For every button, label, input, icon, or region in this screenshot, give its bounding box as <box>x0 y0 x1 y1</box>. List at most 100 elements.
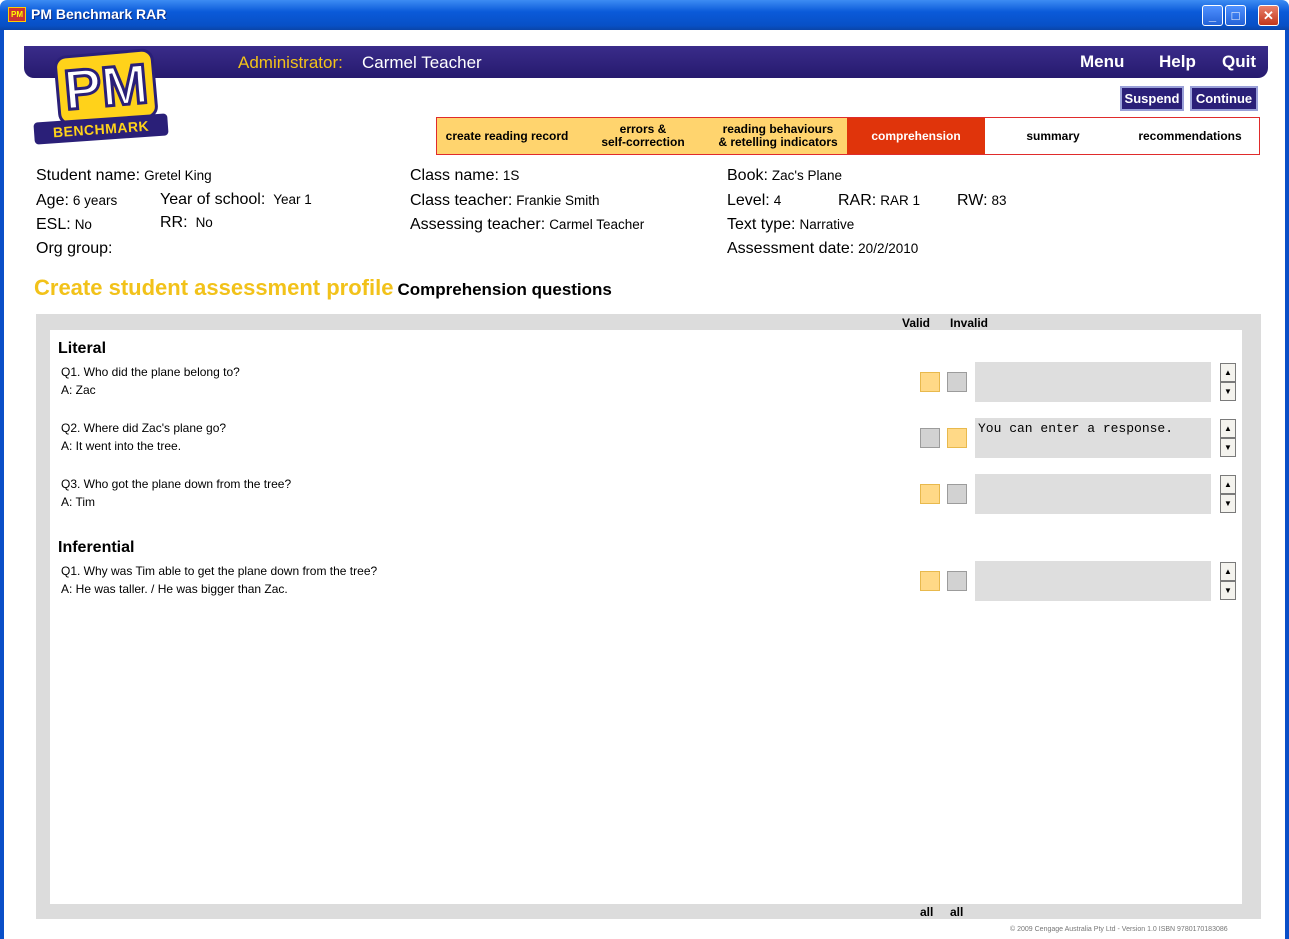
response-field[interactable] <box>975 474 1211 514</box>
window-titlebar: PM PM Benchmark RAR _ □ ✕ <box>0 0 1289 30</box>
invalid-column-header: Invalid <box>950 316 989 330</box>
administrator-label: Administrator: <box>238 53 343 72</box>
response-scroll[interactable]: ▲ ▼ <box>1220 363 1236 401</box>
year-value: Year 1 <box>273 192 312 207</box>
answer-text: A: Tim <box>61 495 96 509</box>
level-label: Level: <box>727 192 770 209</box>
assessing-teacher-row: Assessing teacher: Carmel Teacher <box>410 216 644 234</box>
class-name-label: Class name: <box>410 167 499 184</box>
question-text: Q1. Who did the plane belong to? <box>61 365 240 379</box>
pm-benchmark-logo: PM BENCHMARK <box>33 47 169 148</box>
answer-text: A: Zac <box>61 383 96 397</box>
question-text: Q1. Why was Tim able to get the plane do… <box>61 564 378 578</box>
suspend-button[interactable]: Suspend <box>1120 86 1184 111</box>
response-field[interactable] <box>975 561 1211 601</box>
window-border-right <box>1285 30 1289 939</box>
valid-checkbox[interactable] <box>920 571 940 591</box>
invalid-checkbox[interactable] <box>947 372 967 392</box>
arrow-up-icon[interactable]: ▲ <box>1220 419 1236 438</box>
arrow-down-icon[interactable]: ▼ <box>1220 438 1236 457</box>
assessment-date-label: Assessment date: <box>727 240 855 257</box>
help-link[interactable]: Help <box>1159 52 1196 72</box>
tab-recommendations[interactable]: recommendations <box>1121 118 1259 154</box>
tab-reading-behaviours[interactable]: reading behaviours & retelling indicator… <box>709 118 847 154</box>
response-scroll[interactable]: ▲ ▼ <box>1220 419 1236 457</box>
question-item: Q1. Who did the plane belong to? A: Zac <box>61 363 240 399</box>
class-teacher-value: Frankie Smith <box>516 193 600 208</box>
page-heading: Create student assessment profile Compreh… <box>34 275 612 301</box>
valid-column-header: Valid <box>902 316 931 330</box>
student-name-label: Student name: <box>36 167 141 184</box>
book-label: Book: <box>727 167 768 184</box>
valid-checkbox[interactable] <box>920 484 940 504</box>
rar-value: RAR 1 <box>880 193 920 208</box>
valid-checkbox[interactable] <box>920 372 940 392</box>
year-label: Year of school: <box>160 191 266 208</box>
continue-button[interactable]: Continue <box>1190 86 1258 111</box>
assessment-date-row: Assessment date: 20/2/2010 <box>727 240 918 258</box>
arrow-down-icon[interactable]: ▼ <box>1220 494 1236 513</box>
valid-checkbox[interactable] <box>920 428 940 448</box>
page-subtitle: Comprehension questions <box>397 280 612 299</box>
level-row: Level: 4 <box>727 192 781 210</box>
esl-value: No <box>74 217 92 232</box>
logo-benchmark-text: BENCHMARK <box>33 113 169 145</box>
tab-errors-self-correction[interactable]: errors & self-correction <box>577 118 709 154</box>
age-row: Age: 6 years <box>36 192 117 210</box>
student-name-value: Gretel King <box>144 168 212 183</box>
close-icon[interactable]: ✕ <box>1258 5 1279 26</box>
window-title: PM Benchmark RAR <box>31 6 167 22</box>
assessing-teacher-value: Carmel Teacher <box>549 217 645 232</box>
minimize-icon[interactable]: _ <box>1202 5 1223 26</box>
question-item: Q1. Why was Tim able to get the plane do… <box>61 562 377 598</box>
arrow-up-icon[interactable]: ▲ <box>1220 562 1236 581</box>
page-title: Create student assessment profile <box>34 275 394 300</box>
tab-create-reading-record[interactable]: create reading record <box>437 118 577 154</box>
invalid-checkbox[interactable] <box>947 571 967 591</box>
answer-text: A: He was taller. / He was bigger than Z… <box>61 582 288 596</box>
arrow-down-icon[interactable]: ▼ <box>1220 382 1236 401</box>
arrow-down-icon[interactable]: ▼ <box>1220 581 1236 600</box>
assessing-teacher-label: Assessing teacher: <box>410 216 546 233</box>
class-name-row: Class name: 1S <box>410 167 519 185</box>
arrow-up-icon[interactable]: ▲ <box>1220 363 1236 382</box>
question-item: Q3. Who got the plane down from the tree… <box>61 475 291 511</box>
class-teacher-row: Class teacher: Frankie Smith <box>410 192 600 210</box>
invalid-checkbox[interactable] <box>947 484 967 504</box>
section-title-literal: Literal <box>58 340 107 357</box>
age-label: Age: <box>36 192 69 209</box>
esl-row: ESL: No <box>36 216 92 234</box>
response-field[interactable]: You can enter a response. <box>975 418 1211 458</box>
rw-row: RW: 83 <box>957 192 1007 210</box>
response-scroll[interactable]: ▲ ▼ <box>1220 562 1236 600</box>
menu-link[interactable]: Menu <box>1080 52 1124 72</box>
level-value: 4 <box>773 193 782 208</box>
text-type-label: Text type: <box>727 216 796 233</box>
invalid-checkbox[interactable] <box>947 428 967 448</box>
org-group-row: Org group: <box>36 240 112 258</box>
app-icon: PM <box>8 7 26 22</box>
rw-label: RW: <box>957 192 988 209</box>
response-scroll[interactable]: ▲ ▼ <box>1220 475 1236 513</box>
text-type-value: Narrative <box>799 217 855 232</box>
arrow-up-icon[interactable]: ▲ <box>1220 475 1236 494</box>
maximize-icon[interactable]: □ <box>1225 5 1246 26</box>
tab-comprehension[interactable]: comprehension <box>847 118 985 154</box>
class-name-value: 1S <box>502 168 520 183</box>
year-row: Year of school: Year 1 <box>160 191 312 209</box>
class-teacher-label: Class teacher: <box>410 192 513 209</box>
student-name-row: Student name: Gretel King <box>36 167 212 185</box>
tab-summary[interactable]: summary <box>985 118 1121 154</box>
quit-link[interactable]: Quit <box>1222 52 1256 72</box>
all-valid-link[interactable]: all <box>920 905 933 919</box>
response-field[interactable] <box>975 362 1211 402</box>
administrator-name: Carmel Teacher <box>362 53 482 72</box>
app-header-bar: Administrator: Carmel Teacher Menu Help … <box>24 46 1268 78</box>
rr-row: RR: No <box>160 214 213 232</box>
assessment-date-value: 20/2/2010 <box>858 241 919 256</box>
rw-value: 83 <box>991 193 1007 208</box>
esl-label: ESL: <box>36 216 71 233</box>
org-group-label: Org group: <box>36 240 113 257</box>
text-type-row: Text type: Narrative <box>727 216 854 234</box>
all-invalid-link[interactable]: all <box>950 905 963 919</box>
